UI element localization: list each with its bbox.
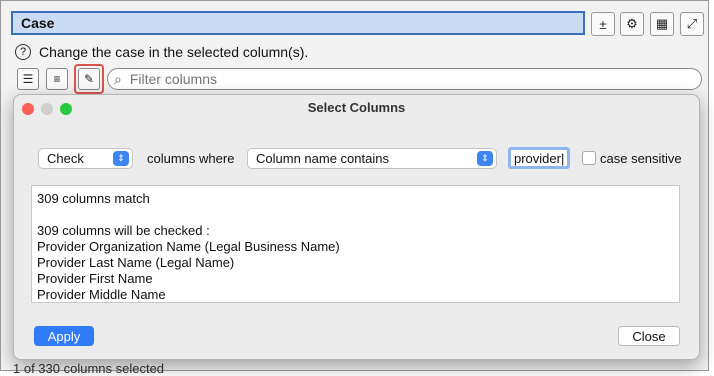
result-line: Provider Organization Name (Legal Busine… bbox=[37, 239, 340, 254]
apply-button[interactable]: Apply bbox=[34, 326, 94, 346]
help-text: Change the case in the selected column(s… bbox=[39, 44, 309, 60]
main-window: Case ± ⚙ ▦ ⤢ ? Change the case in the se… bbox=[0, 0, 709, 376]
result-line: Provider Last Name (Legal Name) bbox=[37, 255, 235, 270]
dialog-title: Select Columns bbox=[307, 100, 406, 115]
filter-columns-field[interactable]: ⌕ bbox=[107, 68, 702, 90]
result-line: Provider Middle Name bbox=[37, 287, 166, 302]
window-title: Case bbox=[21, 15, 55, 31]
result-line: Provider First Name bbox=[37, 271, 153, 286]
search-value-input[interactable]: provider | bbox=[508, 147, 570, 169]
list-icon[interactable]: ≡ bbox=[46, 68, 68, 90]
checklist-icon[interactable]: ☰ bbox=[17, 68, 39, 90]
select-columns-dialog: Select Columns Check ⇕ columns where Col… bbox=[13, 94, 700, 360]
table-icon[interactable]: ▦ bbox=[650, 12, 674, 36]
action-select[interactable]: Check ⇕ bbox=[38, 148, 133, 169]
result-line: 309 columns match bbox=[37, 191, 150, 206]
search-value-text: provider bbox=[514, 150, 561, 166]
filter-columns-input[interactable] bbox=[127, 70, 672, 88]
results-box: 309 columns match 309 columns will be ch… bbox=[31, 185, 680, 303]
columns-where-label: columns where bbox=[147, 151, 235, 166]
calculator-icon[interactable]: ± bbox=[591, 12, 615, 36]
action-select-value: Check bbox=[47, 151, 84, 166]
case-sensitive-label: case sensitive bbox=[600, 151, 682, 166]
result-line: 309 columns will be checked : bbox=[37, 223, 210, 238]
expand-icon[interactable]: ⤢ bbox=[680, 12, 704, 36]
chevron-updown-icon: ⇕ bbox=[113, 151, 129, 166]
chevron-updown-icon: ⇕ bbox=[477, 151, 493, 166]
gear-icon[interactable]: ⚙ bbox=[620, 12, 644, 36]
help-icon[interactable]: ? bbox=[15, 44, 31, 60]
magic-wand-icon[interactable]: ✎ bbox=[78, 68, 100, 90]
close-button[interactable]: Close bbox=[618, 326, 680, 346]
result-line bbox=[37, 207, 674, 223]
condition-select[interactable]: Column name contains ⇕ bbox=[247, 148, 497, 169]
transform-title-bar: Case bbox=[11, 11, 585, 35]
status-text: 1 of 330 columns selected bbox=[13, 361, 165, 376]
case-sensitive-checkbox[interactable] bbox=[582, 151, 596, 165]
help-row: ? Change the case in the selected column… bbox=[15, 44, 308, 60]
condition-select-value: Column name contains bbox=[256, 151, 389, 166]
search-icon: ⌕ bbox=[114, 70, 122, 87]
